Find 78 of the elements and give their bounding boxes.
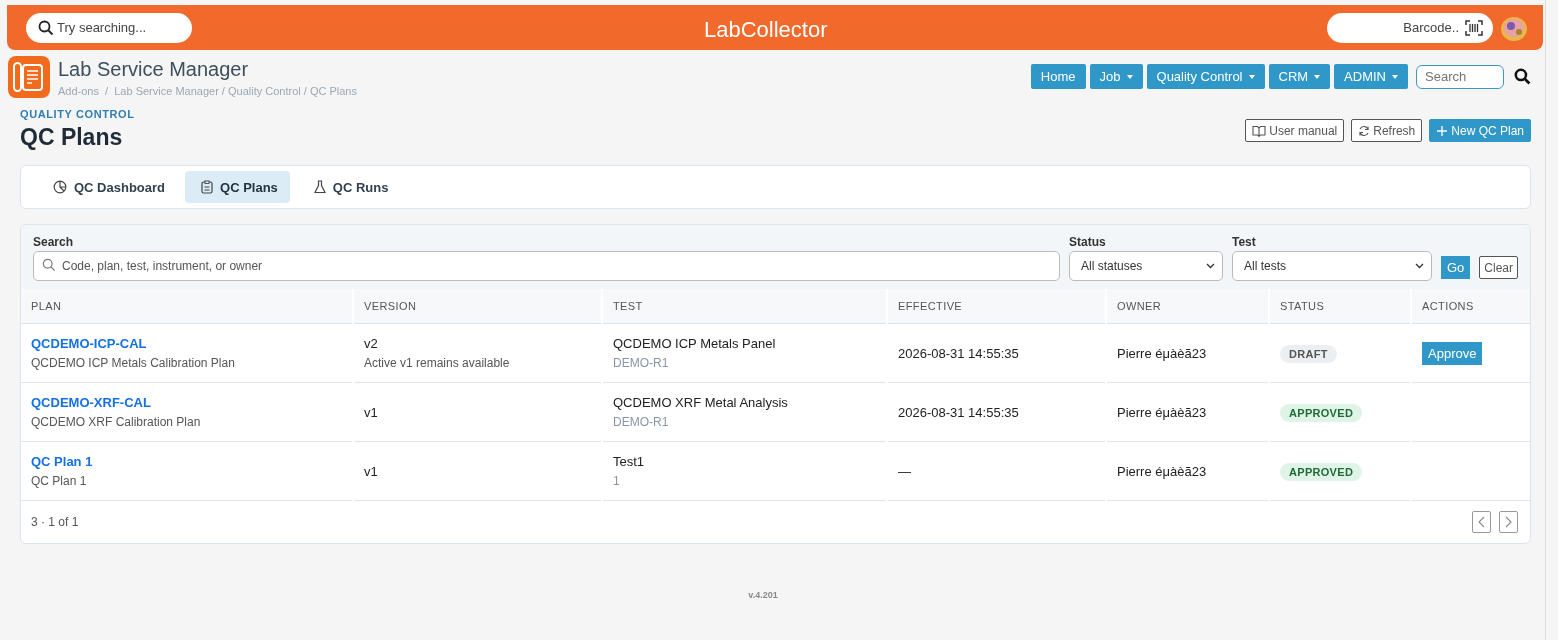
barcode-icon[interactable] bbox=[1465, 19, 1483, 36]
search-field[interactable]: Search bbox=[1416, 64, 1504, 89]
test-select[interactable]: All tests bbox=[1231, 251, 1432, 281]
previous-page-button[interactable] bbox=[1472, 511, 1491, 533]
chevron-right-icon bbox=[1505, 516, 1512, 528]
search-field[interactable]: Code, plan, test, instrument, or owner bbox=[33, 251, 1060, 281]
refresh-icon bbox=[1358, 124, 1371, 137]
tab[interactable]: QC Runs bbox=[297, 171, 401, 203]
logo[interactable]: LabCollector bbox=[704, 17, 828, 43]
chevron-down-icon bbox=[1205, 263, 1215, 269]
field-label: Status bbox=[1068, 235, 1107, 249]
column-header: EFFECTIVE bbox=[898, 300, 963, 312]
nav-button[interactable]: Quality Control bbox=[1146, 64, 1265, 89]
flask-icon bbox=[313, 180, 326, 194]
nav-button[interactable]: Job bbox=[1089, 64, 1143, 89]
plus-icon bbox=[1436, 124, 1449, 137]
app-icon bbox=[8, 56, 50, 98]
refresh-button[interactable]: Refresh bbox=[1351, 119, 1423, 142]
test-name: QCDEMO ICP Metals Panel bbox=[613, 336, 777, 351]
version-text: v1 bbox=[364, 404, 379, 420]
test-name: Test1 bbox=[613, 454, 646, 469]
nav-button[interactable]: CRM bbox=[1268, 64, 1331, 89]
status-select[interactable]: All statuses bbox=[1068, 251, 1223, 281]
status-badge: DRAFT bbox=[1280, 344, 1337, 363]
tab[interactable]: QC Plans bbox=[185, 171, 290, 203]
clear-button[interactable]: Clear bbox=[1479, 256, 1518, 279]
barcode-field[interactable]: Barcode.. bbox=[1327, 12, 1493, 43]
test-code: DEMO-R1 bbox=[613, 356, 670, 370]
chevron-left-icon bbox=[1478, 516, 1485, 528]
owner-name: Pierre éμàèã23 bbox=[1117, 345, 1207, 361]
column-header: OWNER bbox=[1117, 300, 1162, 312]
book-icon bbox=[1252, 124, 1267, 137]
plan-link[interactable]: QC Plan 1 bbox=[31, 454, 93, 469]
column-header: VERSION bbox=[364, 300, 417, 312]
nav-button[interactable]: Home bbox=[1030, 64, 1086, 89]
column-header: PLAN bbox=[31, 300, 62, 312]
page-title: QC Plans bbox=[20, 124, 124, 151]
column-header: TEST bbox=[613, 300, 643, 312]
new-plan-button[interactable]: New QC Plan bbox=[1429, 119, 1531, 142]
next-page-button[interactable] bbox=[1499, 511, 1518, 533]
test-name: QCDEMO XRF Metal Analysis bbox=[613, 395, 789, 410]
plan-name: QCDEMO ICP Metals Calibration Plan bbox=[31, 356, 236, 370]
column-header: STATUS bbox=[1280, 300, 1325, 312]
pagination-info: 3 · 1 of 1 bbox=[31, 515, 79, 529]
column-header: ACTIONS bbox=[1422, 300, 1474, 312]
approve-button[interactable]: Approve bbox=[1422, 341, 1483, 365]
manual-button[interactable]: User manual bbox=[1245, 119, 1345, 142]
version-note: Active v1 remains available bbox=[364, 356, 511, 370]
search-field[interactable]: Try searching... bbox=[26, 12, 192, 43]
plan-name: QC Plan 1 bbox=[31, 474, 88, 488]
plan-link[interactable]: QCDEMO-ICP-CAL bbox=[31, 336, 147, 351]
pie-chart-icon bbox=[53, 180, 67, 194]
test-code: 1 bbox=[613, 474, 621, 488]
status-badge: APPROVED bbox=[1280, 403, 1363, 422]
plan-name: QCDEMO XRF Calibration Plan bbox=[31, 415, 202, 429]
chevron-down-icon bbox=[1414, 263, 1424, 269]
test-code: DEMO-R1 bbox=[613, 415, 670, 429]
search-icon bbox=[38, 19, 54, 36]
app-title: Lab Service Manager bbox=[58, 58, 250, 81]
section-label: QUALITY CONTROL bbox=[20, 108, 135, 120]
search-icon[interactable] bbox=[1514, 68, 1531, 85]
field-label: Test bbox=[1231, 235, 1257, 249]
version-label: v.4.201 bbox=[747, 590, 779, 600]
field-label: Search bbox=[33, 235, 75, 249]
effective-date: 2026-08-31 14:55:35 bbox=[898, 345, 1019, 361]
owner-name: Pierre éμàèã23 bbox=[1117, 463, 1207, 479]
version-text: v2 bbox=[364, 336, 379, 351]
version-text: v1 bbox=[364, 463, 379, 479]
status-badge: APPROVED bbox=[1280, 462, 1363, 481]
effective-date: — bbox=[898, 463, 911, 479]
clipboard-icon bbox=[201, 180, 213, 194]
plan-link[interactable]: QCDEMO-XRF-CAL bbox=[31, 395, 151, 410]
search-icon bbox=[42, 258, 56, 272]
tab[interactable]: QC Dashboard bbox=[37, 171, 177, 203]
go-button[interactable]: Go bbox=[1440, 256, 1471, 279]
owner-name: Pierre éμàèã23 bbox=[1117, 404, 1207, 420]
effective-date: 2026-08-31 14:55:35 bbox=[898, 404, 1019, 420]
nav-button[interactable]: ADMIN bbox=[1334, 64, 1408, 89]
